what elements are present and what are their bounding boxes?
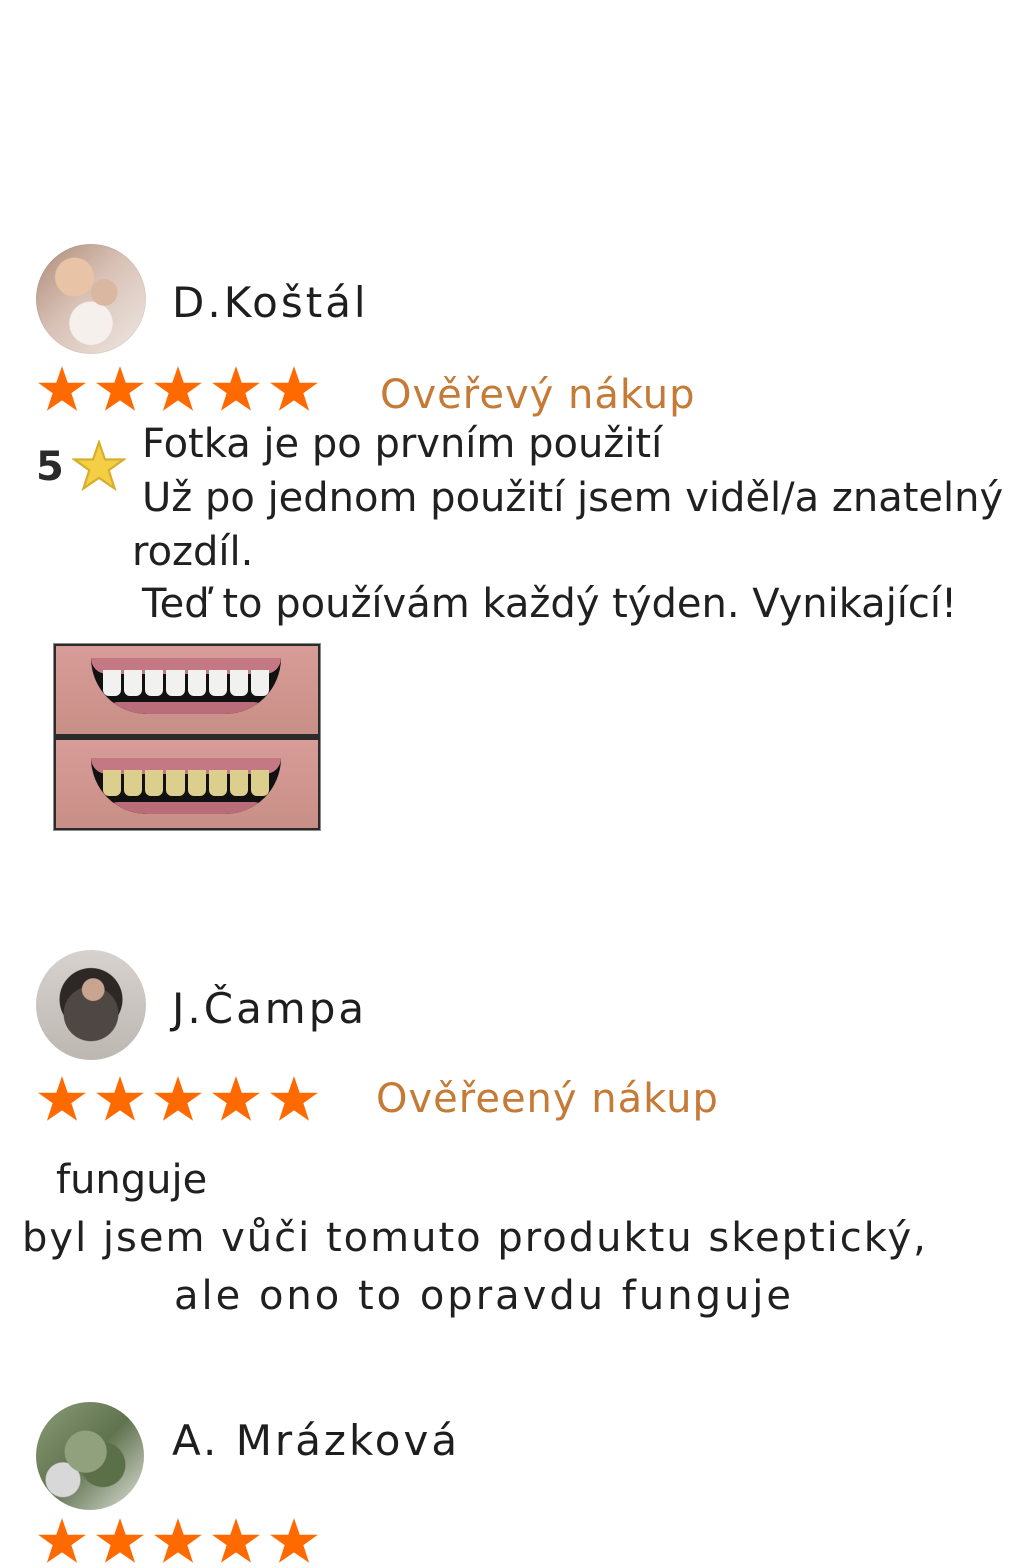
star-icon (36, 1516, 88, 1568)
star-icon (94, 1516, 146, 1568)
star-icon (268, 1516, 320, 1568)
star-icon (152, 1516, 204, 1568)
reviewer-name: A. Mrázková (172, 1416, 461, 1465)
avatar (36, 1402, 144, 1510)
review-card-3: A. Mrázková (0, 0, 1024, 1563)
star-icon (210, 1516, 262, 1568)
rating-stars (36, 1516, 320, 1568)
